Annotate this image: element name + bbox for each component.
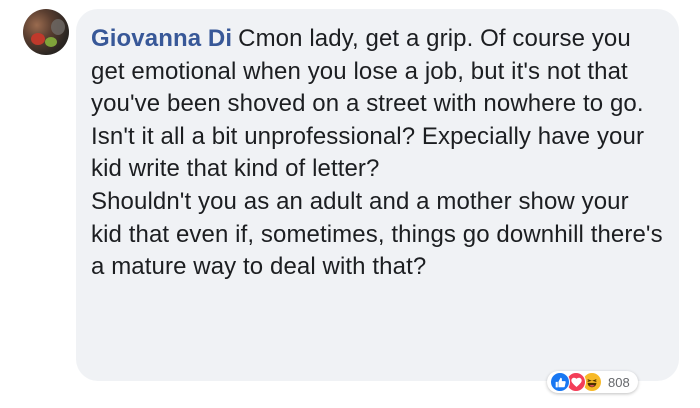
comment-author-link[interactable]: Giovanna Di [91, 25, 232, 52]
reactions-summary[interactable]: 808 [547, 371, 638, 393]
like-icon [550, 372, 570, 392]
comment-text-paragraph-2: Shouldn't you as an adult and a mother s… [91, 187, 663, 281]
avatar[interactable] [23, 9, 69, 55]
comment-bubble: Giovanna Di Cmon lady, get a grip. Of cou… [76, 9, 679, 381]
reaction-count: 808 [608, 374, 630, 390]
comment-body: Giovanna Di Cmon lady, get a grip. Of cou… [91, 23, 663, 284]
